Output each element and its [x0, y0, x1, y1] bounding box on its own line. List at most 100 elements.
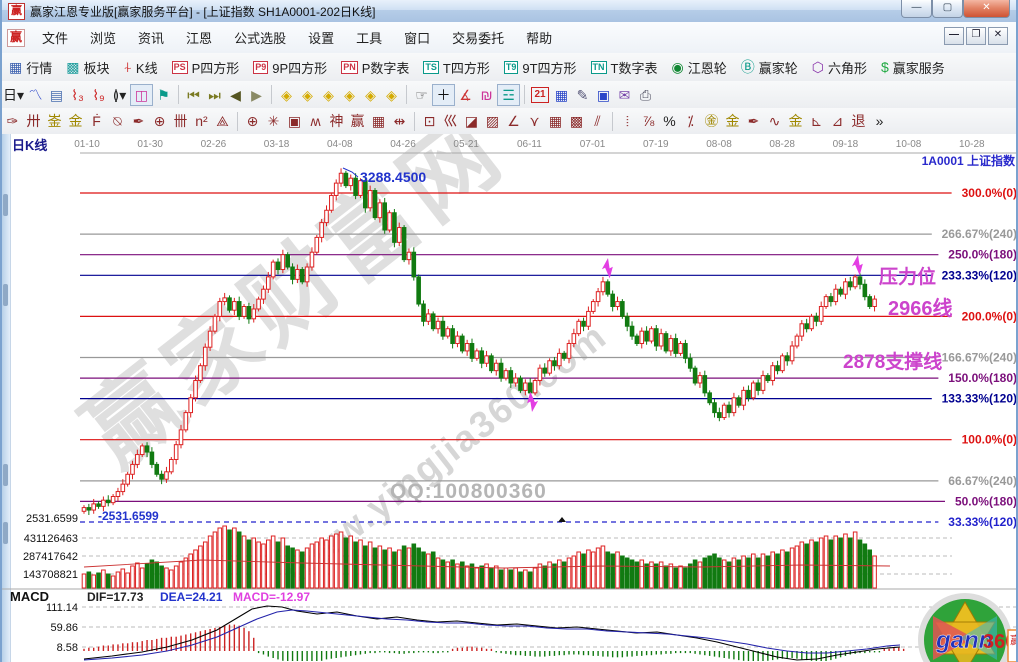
tool-icon-29[interactable]: ✎ [572, 85, 593, 105]
toolbar-button-T四方形[interactable]: TST四方形 [416, 56, 496, 79]
draw-icon-23[interactable]: ◪ [461, 111, 482, 131]
draw-icon-18[interactable]: ▦ [368, 111, 389, 131]
toolbar-button-P四方形[interactable]: PSP四方形 [165, 56, 247, 79]
draw-icon-17[interactable]: 赢 [347, 111, 368, 131]
draw-icon-1[interactable]: 卅 [23, 111, 44, 131]
menu-item-8[interactable]: 交易委托 [441, 24, 515, 51]
tool-icon-9[interactable]: ⏮ [183, 85, 204, 105]
toolbar-button-赢家轮[interactable]: Ⓑ赢家轮 [734, 56, 805, 79]
draw-icon-0[interactable]: ✑ [2, 111, 23, 131]
tool-icon-3[interactable]: ⌇₃ [67, 85, 88, 105]
draw-icon-40[interactable]: ⊾ [806, 111, 827, 131]
draw-icon-31[interactable]: ⦙ [617, 111, 638, 131]
tool-icon-11[interactable]: ◀ [225, 85, 246, 105]
tool-icon-10[interactable]: ⏭ [204, 85, 225, 105]
draw-icon-43[interactable]: » [869, 111, 890, 131]
toolbar-button-行情[interactable]: ▦行情 [2, 56, 59, 79]
toolbar-button-T数字表[interactable]: TNT数字表 [584, 56, 665, 79]
draw-icon-15[interactable]: ʍ [305, 111, 326, 131]
tool-icon-2[interactable]: ▤ [46, 85, 67, 105]
tool-icon-28[interactable]: ▦ [551, 85, 572, 105]
draw-icon-13[interactable]: ✳ [263, 111, 284, 131]
draw-icon-27[interactable]: ▦ [545, 111, 566, 131]
tool-icon-6[interactable]: ◫ [130, 84, 153, 106]
tool-icon-31[interactable]: ✉ [614, 85, 635, 105]
toolbar-button-六角形[interactable]: ⬡六角形 [805, 56, 874, 79]
tool-icon-1[interactable]: 〽 [25, 85, 46, 105]
menu-item-3[interactable]: 江恩 [175, 24, 223, 51]
tool-icon-12[interactable]: ▶ [246, 85, 267, 105]
draw-icon-42[interactable]: 退 [848, 111, 869, 131]
toolbar-button-板块[interactable]: ▩板块 [59, 56, 116, 79]
close-button[interactable]: ✕ [963, 0, 1010, 18]
tool-icon-14[interactable]: ◈ [276, 85, 297, 105]
child-control-1[interactable]: ❐ [966, 27, 986, 45]
draw-icon-21[interactable]: ⊡ [419, 111, 440, 131]
menu-item-0[interactable]: 文件 [31, 24, 79, 51]
child-control-2[interactable]: ✕ [988, 27, 1008, 45]
draw-icon-35[interactable]: ㊎ [701, 111, 722, 131]
tool-icon-25[interactable]: ☲ [497, 84, 520, 106]
tool-icon-21[interactable]: ☞ [411, 85, 432, 105]
menu-item-4[interactable]: 公式选股 [223, 24, 297, 51]
tool-icon-5[interactable]: ≬▾ [109, 85, 130, 105]
menu-item-1[interactable]: 浏览 [79, 24, 127, 51]
draw-icon-22[interactable]: 巛 [440, 111, 461, 131]
tool-icon-15[interactable]: ◈ [297, 85, 318, 105]
draw-icon-29[interactable]: ⫽ [587, 111, 608, 131]
minimize-button[interactable]: — [901, 0, 932, 18]
draw-icon-37[interactable]: ✒ [743, 111, 764, 131]
draw-icon-26[interactable]: ⋎ [524, 111, 545, 131]
tool-icon-16[interactable]: ◈ [318, 85, 339, 105]
draw-icon-3[interactable]: 金 [65, 111, 86, 131]
draw-icon-10[interactable]: ⟁ [212, 111, 233, 131]
toolbar-button-赢家服务[interactable]: $赢家服务 [874, 56, 952, 79]
menu-item-6[interactable]: 工具 [345, 24, 393, 51]
tool-icon-17[interactable]: ◈ [339, 85, 360, 105]
toolbar-button-9P四方形[interactable]: P99P四方形 [246, 56, 334, 79]
child-control-0[interactable]: — [944, 27, 964, 45]
tool-icon-23[interactable]: ∡ [455, 85, 476, 105]
draw-icon-7[interactable]: ⊕ [149, 111, 170, 131]
draw-icon-4[interactable]: Ḟ [86, 111, 107, 131]
tool-icon-7[interactable]: ⚑ [153, 85, 174, 105]
draw-icon-32[interactable]: ⅞ [638, 111, 659, 131]
draw-icon-16[interactable]: 神 [326, 111, 347, 131]
tool-icon-24[interactable]: ₪ [476, 85, 497, 105]
draw-icon-39[interactable]: 金 [785, 111, 806, 131]
draw-icon-8[interactable]: 卌 [170, 111, 191, 131]
draw-icon-25[interactable]: ∠ [503, 111, 524, 131]
draw-icon-5[interactable]: ⍉ [107, 111, 128, 131]
draw-icon-33[interactable]: % [659, 111, 680, 131]
menu-item-7[interactable]: 窗口 [393, 24, 441, 51]
toolbar-button-P数字表[interactable]: PNP数字表 [334, 56, 416, 79]
toolbar-button-江恩轮[interactable]: ◉江恩轮 [664, 56, 733, 79]
tool-icon-4[interactable]: ⌇₉ [88, 85, 109, 105]
draw-icon-34[interactable]: ⁒ [680, 111, 701, 131]
draw-icon-2[interactable]: 崟 [44, 111, 65, 131]
chart-area[interactable]: 赢家财富网www.yingjia360.comQQ:10080036001-10… [2, 134, 1018, 662]
menu-item-2[interactable]: 资讯 [127, 24, 175, 51]
tool-icon-22[interactable]: ＋ [432, 84, 455, 106]
tool-icon-30[interactable]: ▣ [593, 85, 614, 105]
maximize-button[interactable]: ▢ [932, 0, 963, 18]
tool-icon-32[interactable]: ⎙ [635, 85, 656, 105]
toolbar-button-K线[interactable]: ⍭K线 [117, 56, 165, 79]
menu-item-9[interactable]: 帮助 [515, 24, 563, 51]
tool-icon-27[interactable]: 21 [531, 87, 549, 103]
draw-icon-28[interactable]: ▩ [566, 111, 587, 131]
draw-icon-19[interactable]: ⇹ [389, 111, 410, 131]
draw-icon-6[interactable]: ✒ [128, 111, 149, 131]
tool-icon-19[interactable]: ◈ [381, 85, 402, 105]
draw-icon-24[interactable]: ▨ [482, 111, 503, 131]
toolbar-button-9T四方形[interactable]: T99T四方形 [497, 56, 584, 79]
menu-item-5[interactable]: 设置 [297, 24, 345, 51]
draw-icon-14[interactable]: ▣ [284, 111, 305, 131]
draw-icon-41[interactable]: ⊿ [827, 111, 848, 131]
draw-icon-38[interactable]: ∿ [764, 111, 785, 131]
draw-icon-36[interactable]: 金 [722, 111, 743, 131]
draw-icon-9[interactable]: n² [191, 111, 212, 131]
draw-icon-12[interactable]: ⊕ [242, 111, 263, 131]
tool-icon-18[interactable]: ◈ [360, 85, 381, 105]
title-bar[interactable]: 赢 赢家江恩专业版[赢家服务平台] - [上证指数 SH1A0001-202日K… [2, 0, 1016, 23]
